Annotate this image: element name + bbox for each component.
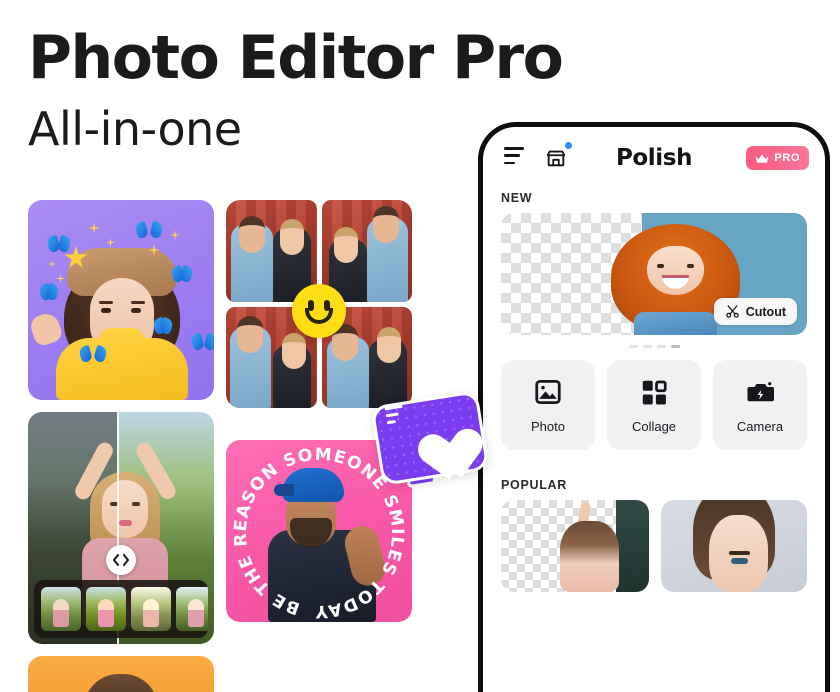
shirt-shape <box>634 311 717 335</box>
butterfly-icon <box>80 346 106 365</box>
before-after-card[interactable] <box>28 412 214 644</box>
butterfly-icon <box>172 266 192 281</box>
carousel-pagination[interactable] <box>483 335 825 352</box>
face-shape <box>647 245 704 296</box>
smiley-face-sticker[interactable] <box>292 284 346 338</box>
butterfly-icon <box>40 284 58 297</box>
orange-portrait-card[interactable] <box>28 656 214 692</box>
pro-button-label: PRO <box>774 152 800 164</box>
eye-right <box>735 558 748 565</box>
tile-camera[interactable]: Camera <box>713 360 807 451</box>
eyebrow-left <box>99 301 113 304</box>
camera-flash-icon <box>747 382 774 402</box>
butterfly-icon <box>136 222 162 241</box>
store-glyph <box>546 150 566 167</box>
head-shape <box>281 333 306 370</box>
eyebrow-right <box>729 551 750 556</box>
pagination-dot-active[interactable] <box>670 345 680 349</box>
quick-action-tiles: Photo Collage Camera <box>483 352 825 451</box>
four-photo-collage-card[interactable] <box>226 200 412 408</box>
eyebrow-right <box>131 301 145 304</box>
sparkle-icon <box>88 222 100 234</box>
popular-section: POPULAR <box>483 450 825 593</box>
face-shape <box>102 480 148 538</box>
heart-icon <box>404 410 467 468</box>
collage-cell[interactable] <box>226 200 317 302</box>
page-title: Photo Editor Pro <box>28 23 564 93</box>
popular-card-cutout[interactable] <box>501 500 649 593</box>
head-shape <box>279 218 304 255</box>
tile-collage-label: Collage <box>631 418 677 434</box>
head-shape <box>238 215 265 253</box>
app-header: Polish PRO <box>483 127 825 189</box>
butterfly-icon <box>48 236 70 252</box>
app-screen: Polish PRO NEW Cutout Photo Collage Came… <box>483 127 825 692</box>
lips-shape <box>119 520 132 526</box>
image-icon <box>535 379 561 404</box>
head-shape <box>334 226 359 263</box>
eye-left <box>101 308 111 313</box>
filter-thumbnail[interactable] <box>86 587 126 631</box>
tile-collage[interactable]: Collage <box>607 360 701 451</box>
butterfly-icon <box>192 334 214 351</box>
motion-lines <box>384 404 405 429</box>
tile-photo[interactable]: Photo <box>501 360 595 451</box>
head-shape <box>373 205 400 243</box>
crown-icon <box>756 153 769 163</box>
notification-badge-dot <box>565 142 572 149</box>
face-shape <box>709 515 768 593</box>
scissors-icon <box>725 305 739 318</box>
collage-cell[interactable] <box>321 200 412 302</box>
filter-thumbnail[interactable] <box>41 587 81 631</box>
heart-speech-bubble-sticker[interactable] <box>370 390 490 489</box>
popular-card-row[interactable] <box>501 500 807 593</box>
phone-mockup: Polish PRO NEW Cutout Photo Collage Came… <box>478 122 830 692</box>
section-label-new: NEW <box>501 191 533 205</box>
app-brand-logo: Polish <box>615 145 693 171</box>
cutout-chip-label: Cutout <box>745 304 786 319</box>
store-icon[interactable] <box>541 142 572 173</box>
grid-icon <box>642 380 667 405</box>
filter-thumbnail-strip[interactable] <box>34 580 208 638</box>
eye-left <box>657 263 665 268</box>
tile-camera-label: Camera <box>736 418 784 434</box>
eye-right <box>132 502 140 506</box>
comparison-slider-handle[interactable] <box>106 545 136 576</box>
eye-right <box>686 263 694 268</box>
cutout-chip[interactable]: Cutout <box>713 298 797 325</box>
butterfly-icon <box>154 318 172 331</box>
tile-photo-label: Photo <box>531 418 565 434</box>
sweater-shape <box>56 338 188 400</box>
left-right-arrows-icon <box>113 554 129 567</box>
sparkle-icon <box>170 230 180 240</box>
filter-menu-icon[interactable] <box>499 143 529 173</box>
section-label-popular: POPULAR <box>501 478 568 493</box>
smile-shape <box>661 274 689 289</box>
eye-right <box>131 308 141 313</box>
pro-upgrade-button[interactable]: PRO <box>746 146 809 170</box>
person-shape <box>560 520 620 593</box>
pagination-dot[interactable] <box>656 345 666 349</box>
smile-shape <box>305 308 333 324</box>
filter-thumbnail[interactable] <box>131 587 171 631</box>
filter-thumbnail[interactable] <box>176 587 208 631</box>
pagination-dot[interactable] <box>628 345 638 349</box>
promo-screenshot: Photo Editor Pro All-in-one BE THE REASO… <box>0 0 840 692</box>
popular-card-portrait[interactable] <box>661 500 807 593</box>
hand-shape <box>28 310 64 348</box>
background-strip <box>616 500 649 593</box>
head-shape <box>236 316 263 354</box>
new-hero-card[interactable]: Cutout <box>501 213 807 335</box>
hair-shape <box>84 674 158 692</box>
pagination-dot[interactable] <box>642 345 652 349</box>
butterfly-portrait-card[interactable] <box>28 200 214 400</box>
head-shape <box>377 327 402 364</box>
